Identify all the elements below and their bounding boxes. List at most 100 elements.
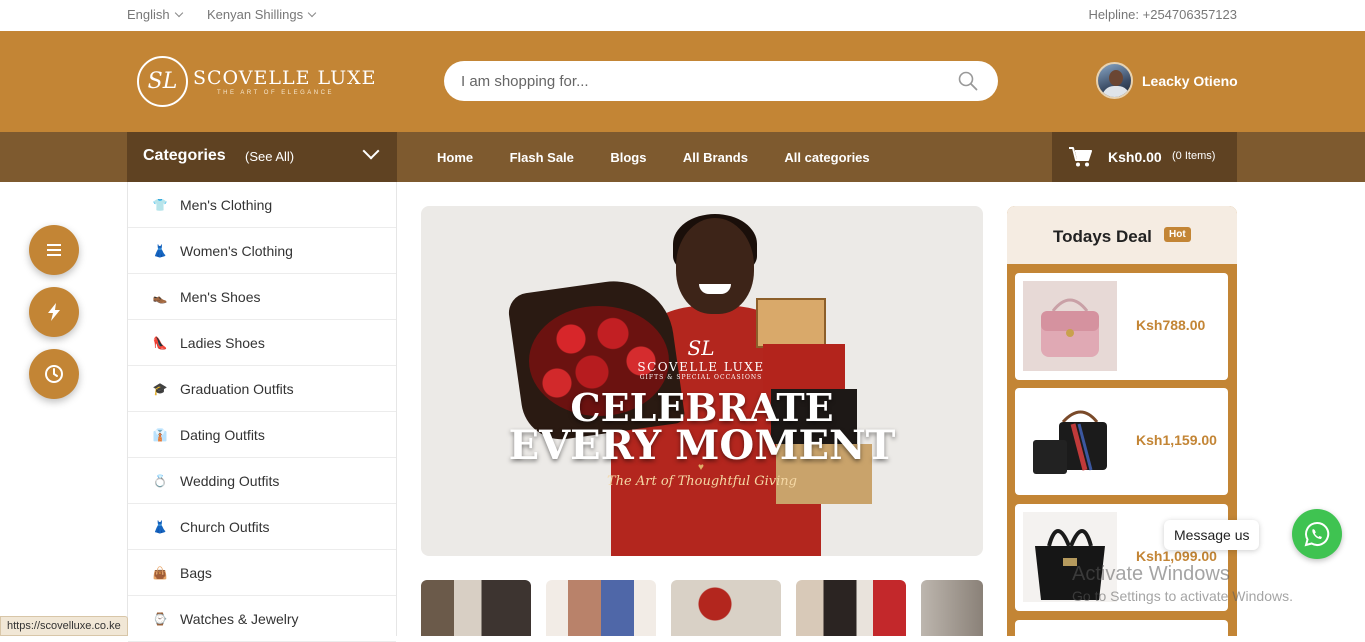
logo-name: SCOVELLE LUXE	[193, 67, 377, 89]
category-item-bags[interactable]: 👜 Bags	[128, 550, 396, 596]
category-label: Women's Clothing	[180, 242, 293, 259]
status-bar-url: https://scovelluxe.co.ke	[0, 616, 128, 636]
cart-button[interactable]: Ksh0.00 (0 Items)	[1052, 132, 1237, 182]
watermark-subtitle: Go to Settings to activate Windows.	[1072, 588, 1293, 604]
category-label: Bags	[180, 564, 212, 581]
product-thumbnail[interactable]	[671, 580, 781, 636]
whatsapp-button[interactable]	[1292, 509, 1342, 559]
cart-amount: Ksh0.00	[1108, 149, 1162, 165]
flash-sale-fab-button[interactable]	[29, 287, 79, 337]
category-item-womens-clothing[interactable]: 👗 Women's Clothing	[128, 228, 396, 274]
category-label: Men's Shoes	[180, 288, 261, 305]
category-list: 👕 Men's Clothing 👗 Women's Clothing 👞 Men's…	[127, 182, 397, 642]
product-thumbnail[interactable]	[546, 580, 656, 636]
helpline: Helpline: +254706357123	[1088, 7, 1237, 22]
banner-brand: SCOVELLE LUXE	[637, 360, 765, 374]
logo[interactable]: SL SCOVELLE LUXE THE ART OF ELEGANCE	[137, 55, 376, 109]
category-item-wedding-outfits[interactable]: 💍 Wedding Outfits	[128, 458, 396, 504]
recent-fab-button[interactable]	[29, 349, 79, 399]
hero-banner[interactable]: SL SCOVELLE LUXE GIFTS & SPECIAL OCCASIO…	[421, 206, 983, 556]
clock-icon	[45, 365, 63, 383]
cart-item-count: (0 Items)	[1172, 150, 1216, 162]
chevron-down-icon	[174, 8, 183, 18]
language-selector[interactable]: English	[127, 7, 183, 22]
search-bar	[444, 61, 998, 101]
dress-icon: 👗	[152, 243, 168, 258]
currency-selector[interactable]: Kenyan Shillings	[207, 7, 317, 22]
banner-tagline: The Art of Thoughtful Giving	[607, 474, 797, 489]
category-label: Wedding Outfits	[180, 472, 280, 489]
avatar[interactable]	[1096, 62, 1133, 99]
header: SL SCOVELLE LUXE THE ART OF ELEGANCE Lea…	[0, 31, 1365, 132]
categories-see-all[interactable]: (See All)	[245, 149, 294, 164]
dress-icon: 👗	[152, 519, 168, 534]
category-item-church-outfits[interactable]: 👗 Church Outfits	[128, 504, 396, 550]
categories-title: Categories	[143, 147, 226, 164]
product-image-pink-bag	[1023, 281, 1117, 371]
chevron-down-icon	[307, 8, 317, 18]
deal-price: Ksh788.00	[1136, 317, 1206, 333]
outfit-icon: 👔	[152, 427, 168, 442]
lightning-icon	[48, 303, 60, 321]
categories-dropdown[interactable]: Categories (See All)	[127, 132, 397, 182]
message-us-label[interactable]: Message us	[1164, 520, 1260, 550]
shirt-icon: 👕	[152, 197, 168, 212]
banner-headline-2: EVERY MOMENT	[508, 422, 896, 469]
shoe-icon: 👞	[152, 289, 168, 304]
category-label: Church Outfits	[180, 518, 270, 535]
product-thumbnail[interactable]	[921, 580, 983, 636]
watch-icon: ⌚	[152, 611, 168, 626]
banner-brand-tag: GIFTS & SPECIAL OCCASIONS	[639, 374, 763, 381]
nav-flash-sale[interactable]: Flash Sale	[510, 150, 574, 165]
windows-activation-watermark: Activate Windows Go to Settings to activ…	[1072, 563, 1293, 604]
category-label: Men's Clothing	[180, 196, 273, 213]
language-label: English	[127, 7, 170, 22]
logo-monogram: SL	[137, 56, 188, 107]
chevron-down-icon	[362, 142, 380, 160]
cart-icon	[1069, 147, 1092, 167]
nav-blogs[interactable]: Blogs	[610, 150, 646, 165]
deal-card[interactable]: Ksh1,159.00	[1015, 388, 1228, 495]
nav-bar: Categories (See All) Home Flash Sale Blo…	[0, 132, 1365, 182]
watermark-title: Activate Windows	[1072, 563, 1230, 585]
search-icon[interactable]	[958, 71, 978, 91]
menu-fab-button[interactable]	[29, 225, 79, 275]
category-item-watches-jewelry[interactable]: ⌚ Watches & Jewelry	[128, 596, 396, 642]
category-item-dating-outfits[interactable]: 👔 Dating Outfits	[128, 412, 396, 458]
banner-brandmark: SL SCOVELLE LUXE GIFTS & SPECIAL OCCASIO…	[626, 336, 776, 381]
heart-icon: ♥	[698, 462, 704, 473]
hot-badge: Hot	[1164, 227, 1191, 242]
banner-monogram: SL	[687, 336, 715, 360]
banner-figure-smile	[699, 284, 731, 294]
heel-icon: 👠	[152, 335, 168, 350]
category-label: Watches & Jewelry	[180, 610, 299, 627]
deal-card[interactable]: Ksh788.00	[1015, 273, 1228, 380]
product-thumbnail-row	[421, 580, 983, 636]
ring-icon: 💍	[152, 473, 168, 488]
graduation-icon: 🎓	[152, 381, 168, 396]
currency-label: Kenyan Shillings	[207, 7, 304, 22]
bag-icon: 👜	[152, 565, 168, 580]
product-thumbnail[interactable]	[796, 580, 906, 636]
banner-figure-head	[676, 218, 754, 314]
search-input[interactable]	[461, 69, 941, 93]
product-image-black-bag-set	[1023, 396, 1117, 486]
category-label: Graduation Outfits	[180, 380, 294, 397]
category-item-mens-clothing[interactable]: 👕 Men's Clothing	[128, 182, 396, 228]
user-name: Leacky Otieno	[1142, 73, 1238, 89]
hamburger-icon	[47, 244, 61, 256]
nav-all-brands[interactable]: All Brands	[683, 150, 748, 165]
category-item-mens-shoes[interactable]: 👞 Men's Shoes	[128, 274, 396, 320]
todays-deal-title: Todays Deal	[1053, 227, 1152, 246]
deal-price: Ksh1,099.00	[1136, 548, 1217, 564]
category-item-ladies-shoes[interactable]: 👠 Ladies Shoes	[128, 320, 396, 366]
category-label: Ladies Shoes	[180, 334, 265, 351]
whatsapp-icon	[1304, 521, 1330, 547]
deal-card[interactable]	[1015, 620, 1228, 636]
product-thumbnail[interactable]	[421, 580, 531, 636]
nav-home[interactable]: Home	[437, 150, 473, 165]
nav-all-categories[interactable]: All categories	[784, 150, 869, 165]
category-item-graduation-outfits[interactable]: 🎓 Graduation Outfits	[128, 366, 396, 412]
category-label: Dating Outfits	[180, 426, 265, 443]
logo-tagline: THE ART OF ELEGANCE	[217, 90, 334, 96]
